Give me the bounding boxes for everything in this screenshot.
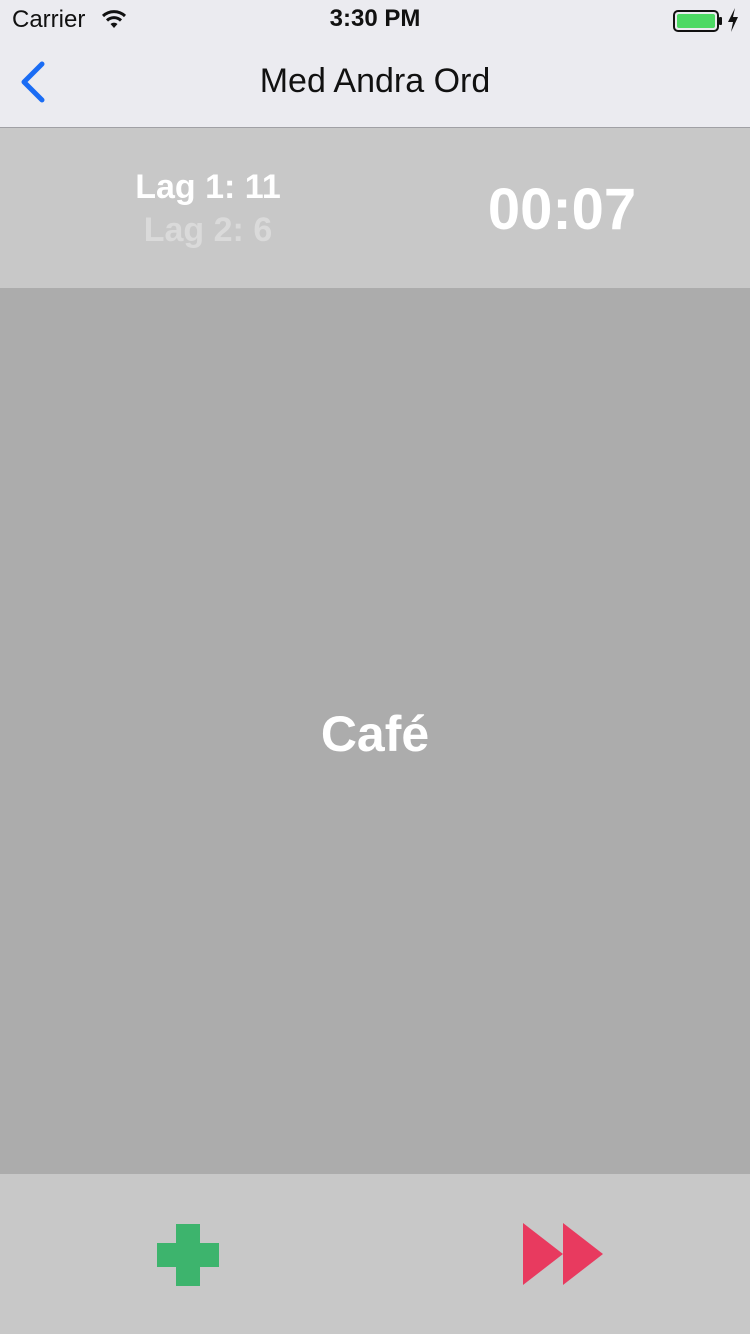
team1-score: Lag 1: 11 <box>135 168 281 206</box>
battery-icon <box>673 10 722 32</box>
page-title: Med Andra Ord <box>259 62 491 100</box>
status-time: 3:30 PM <box>329 5 421 32</box>
score-panel: Lag 1: 11 Lag 2: 6 00:07 <box>0 128 750 288</box>
status-bar: Carrier 3:30 PM <box>0 0 750 40</box>
current-word: Café <box>320 706 430 762</box>
charging-bolt-icon <box>728 8 738 32</box>
action-bar <box>0 1174 750 1334</box>
fast-forward-icon[interactable] <box>521 1223 603 1285</box>
navigation-bar: Med Andra Ord <box>0 40 750 128</box>
team2-score: Lag 2: 6 <box>143 211 273 249</box>
plus-icon[interactable] <box>157 1224 219 1286</box>
word-card[interactable]: Café <box>0 288 750 1174</box>
countdown-timer: 00:07 <box>487 177 637 242</box>
